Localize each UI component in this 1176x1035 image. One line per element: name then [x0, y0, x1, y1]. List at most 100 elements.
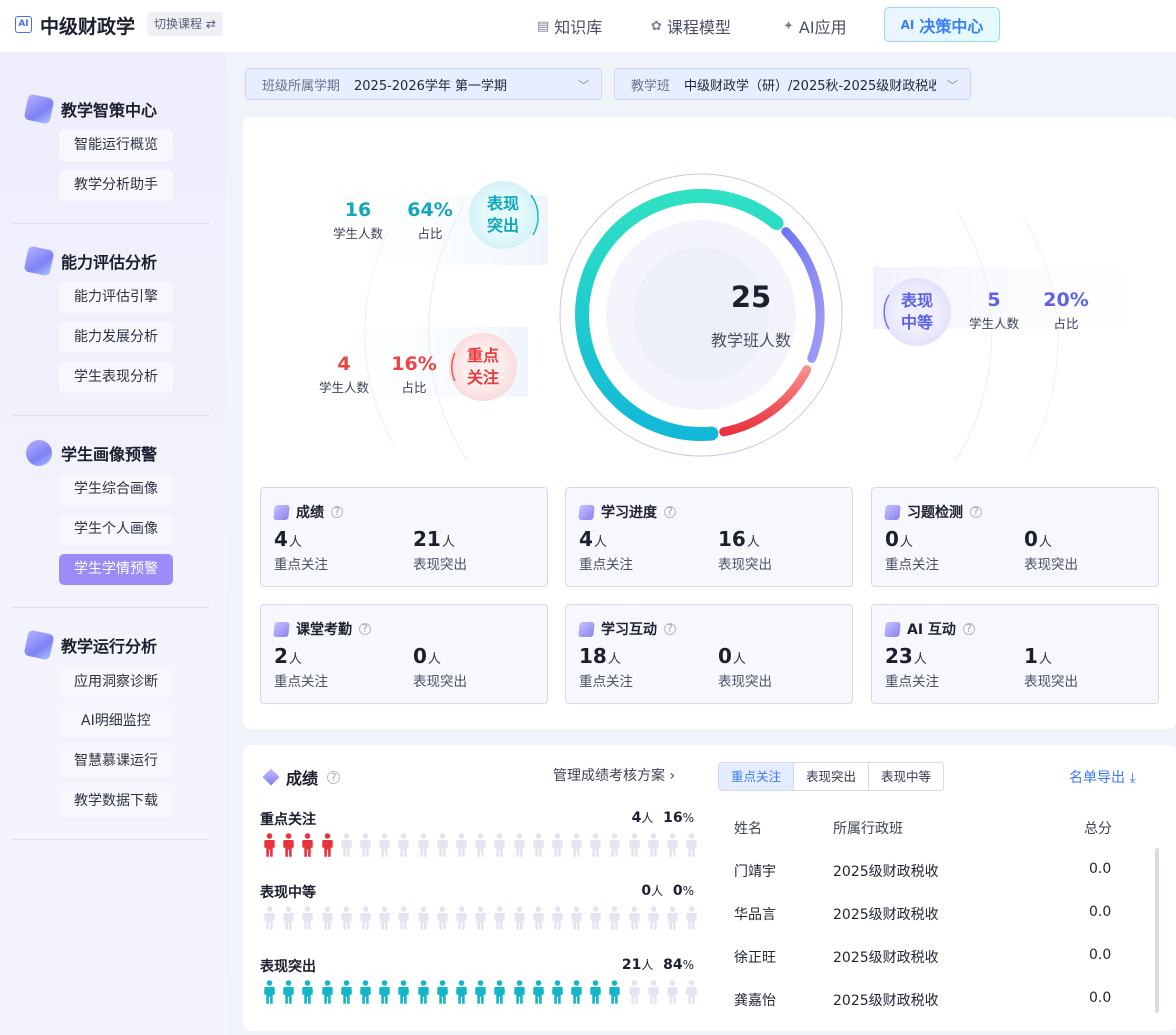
sidebar-item-learning-warning[interactable]: 学生学情预警	[59, 554, 173, 585]
person-icon	[586, 906, 605, 930]
person-icon	[625, 980, 644, 1004]
person-icon	[567, 906, 586, 930]
person-icon	[490, 980, 509, 1004]
person-icon	[471, 906, 490, 930]
person-icon	[529, 980, 548, 1004]
column-header-score: 总分	[1084, 821, 1112, 837]
person-icon	[356, 906, 375, 930]
metric-outstanding-label: 表现突出	[413, 557, 467, 573]
help-icon[interactable]: ?	[664, 506, 676, 518]
metric-outstanding-label: 表现突出	[718, 557, 772, 573]
sidebar-section-ability: 能力评估分析	[23, 245, 157, 277]
medium-count: 5 学生人数	[968, 289, 1019, 331]
person-icon	[452, 980, 471, 1004]
sidebar-item-mooc-operation[interactable]: 智慧慕课运行	[59, 746, 173, 777]
metric-outstanding-label: 表现突出	[718, 674, 772, 690]
table-scrollbar[interactable]	[1155, 848, 1159, 1013]
metric-card-progress[interactable]: 学习进度 ? 4人 重点关注 16人 表现突出	[565, 487, 853, 587]
nav-decision-center[interactable]: AI 决策中心	[884, 7, 1000, 42]
student-name[interactable]: 徐正旺	[734, 947, 776, 967]
sidebar-item-ability-development[interactable]: 能力发展分析	[59, 322, 173, 353]
person-icon	[394, 833, 413, 857]
tab-outstanding[interactable]: 表现突出	[793, 763, 869, 790]
person-icon	[356, 833, 375, 857]
help-icon[interactable]: ?	[331, 506, 343, 518]
help-icon[interactable]: ?	[664, 623, 676, 635]
metric-card-exercise[interactable]: 习题检测 ? 0人 重点关注 0人 表现突出	[871, 487, 1159, 587]
class-total-label: 教学班人数	[710, 331, 791, 350]
tab-focus[interactable]: 重点关注	[719, 763, 794, 790]
metric-focus-label: 重点关注	[274, 674, 328, 690]
focus-badge[interactable]: 重点 关注	[449, 333, 517, 401]
help-icon[interactable]: ?	[970, 506, 982, 518]
sidebar-item-personal-portrait[interactable]: 学生个人画像	[59, 514, 173, 545]
person-icon	[375, 906, 394, 930]
person-icon	[625, 833, 644, 857]
nav-course-model[interactable]: ✿ 课程模型	[651, 14, 731, 38]
switch-course-button[interactable]: 切换课程 ⇄	[147, 12, 223, 36]
person-icon	[605, 833, 624, 857]
person-icon	[260, 906, 279, 930]
help-icon[interactable]: ?	[327, 770, 341, 784]
student-name[interactable]: 华品言	[734, 904, 776, 924]
help-icon[interactable]: ?	[962, 623, 975, 635]
metric-card-interaction[interactable]: 学习互动 ? 18人 重点关注 0人 表现突出	[565, 604, 853, 704]
person-icon	[433, 980, 452, 1004]
student-name[interactable]: 门靖宇	[734, 861, 776, 881]
sidebar-item-analysis-assistant[interactable]: 教学分析助手	[59, 170, 173, 201]
tab-medium[interactable]: 表现中等	[868, 763, 944, 790]
metric-focus-value: 0人	[885, 527, 913, 551]
person-icon	[452, 906, 471, 930]
person-icon	[279, 906, 298, 930]
metric-title: 课堂考勤 ?	[273, 619, 371, 639]
sidebar-item-comprehensive-portrait[interactable]: 学生综合画像	[59, 474, 173, 505]
metric-outstanding-label: 表现突出	[413, 674, 467, 690]
score-panel-title: 成绩 ?	[262, 765, 341, 789]
student-name[interactable]: 龚嘉怡	[734, 990, 776, 1010]
sidebar-item-data-download[interactable]: 教学数据下载	[59, 786, 173, 817]
person-icon	[433, 906, 452, 930]
term-select[interactable]: 班级所属学期 2025-2026学年 第一学期 ﹀	[245, 68, 602, 100]
outstanding-badge[interactable]: 表现 突出	[469, 181, 537, 249]
sidebar-section-teaching-strategy: 教学智策中心	[23, 93, 157, 125]
person-icon	[663, 833, 682, 857]
person-icon	[509, 833, 528, 857]
metric-outstanding-label: 表现突出	[1024, 557, 1078, 573]
metric-outstanding-value: 1人	[1024, 644, 1052, 668]
help-icon[interactable]: ?	[359, 623, 371, 635]
sidebar-item-ai-monitor[interactable]: AI明细监控	[59, 706, 173, 737]
overview-card: 16 学生人数 64% 占比 表现 突出 4 学生人数 16% 占比 重点 关注…	[243, 117, 1176, 729]
person-icon	[471, 833, 490, 857]
class-total-count: 25	[730, 280, 772, 314]
person-icon	[509, 980, 528, 1004]
person-icon	[279, 833, 298, 857]
metric-focus-value: 4人	[579, 527, 607, 551]
sidebar-item-insight-diagnosis[interactable]: 应用洞察诊断	[59, 667, 173, 698]
sidebar-item-overview[interactable]: 智能运行概览	[59, 130, 173, 161]
metric-card-attendance[interactable]: 课堂考勤 ? 2人 重点关注 0人 表现突出	[260, 604, 548, 704]
medium-badge[interactable]: 表现 中等	[883, 278, 951, 346]
sidebar-divider	[12, 607, 209, 608]
export-list-button[interactable]: 名单导出 ⤓	[1069, 767, 1136, 787]
group-stat-medium: 0人 0%	[641, 883, 694, 899]
person-icon	[433, 833, 452, 857]
nav-ai-apps[interactable]: ✦ AI应用	[783, 14, 847, 38]
metric-icon	[578, 504, 595, 520]
metric-title: 成绩 ?	[273, 502, 343, 522]
sidebar-item-ability-engine[interactable]: 能力评估引擎	[59, 282, 173, 313]
person-icon	[298, 980, 317, 1004]
person-icon	[452, 833, 471, 857]
admin-class: 2025级财政税收	[833, 907, 939, 923]
nav-knowledge-base[interactable]: ▤ 知识库	[537, 14, 602, 38]
chevron-down-icon: ﹀	[578, 79, 589, 92]
diamond-icon	[23, 629, 55, 661]
manage-assessment-link[interactable]: 管理成绩考核方案 ›	[553, 765, 675, 785]
list-tabs: 重点关注 表现突出 表现中等	[718, 762, 945, 791]
people-icons-outstanding	[260, 980, 701, 1004]
metric-card-ai-interaction[interactable]: AI 互动 ? 23人 重点关注 1人 表现突出	[871, 604, 1159, 704]
person-icon	[625, 906, 644, 930]
class-select[interactable]: 教学班 中级财政学（研）/2025秋-2025级财政税收 ﹀	[614, 68, 971, 100]
sidebar-item-student-performance[interactable]: 学生表现分析	[59, 362, 173, 393]
person-icon	[605, 906, 624, 930]
metric-card-score[interactable]: 成绩 ? 4人 重点关注 21人 表现突出	[260, 487, 548, 587]
